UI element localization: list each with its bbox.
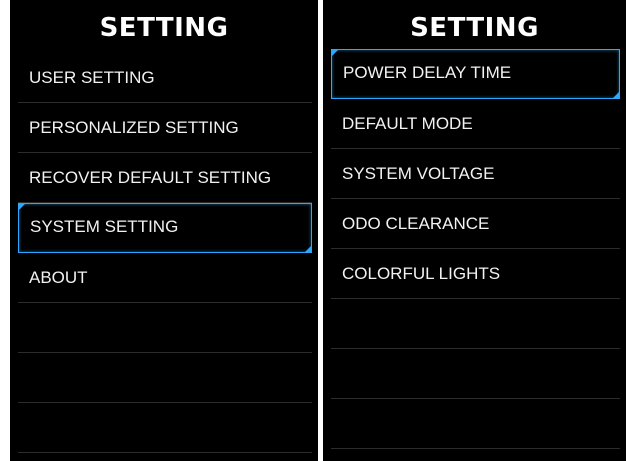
menu-row-empty bbox=[331, 399, 620, 449]
menu-item-label: ABOUT bbox=[29, 268, 88, 287]
menu-row-empty bbox=[331, 349, 620, 399]
menu-item-label: DEFAULT MODE bbox=[342, 114, 473, 133]
menu-row-empty bbox=[331, 299, 620, 349]
menu-item-system-voltage[interactable]: SYSTEM VOLTAGE bbox=[331, 149, 620, 199]
menu-row-empty bbox=[18, 353, 312, 403]
menu-item-label: POWER DELAY TIME bbox=[343, 63, 512, 82]
menu-item-label: SYSTEM VOLTAGE bbox=[342, 164, 495, 183]
settings-screen-main: SETTING USER SETTING PERSONALIZED SETTIN… bbox=[10, 0, 318, 461]
menu-item-colorful-lights[interactable]: COLORFUL LIGHTS bbox=[331, 249, 620, 299]
menu-item-system-setting[interactable]: SYSTEM SETTING bbox=[18, 203, 312, 253]
menu-item-label: SYSTEM SETTING bbox=[30, 217, 179, 236]
menu-item-label: RECOVER DEFAULT SETTING bbox=[29, 168, 272, 187]
menu-item-about[interactable]: ABOUT bbox=[18, 253, 312, 303]
menu-item-default-mode[interactable]: DEFAULT MODE bbox=[331, 99, 620, 149]
menu-item-label: PERSONALIZED SETTING bbox=[29, 118, 239, 137]
screen-title: SETTING bbox=[99, 13, 229, 43]
menu-item-label: ODO CLEARANCE bbox=[342, 214, 490, 233]
menu-row-empty bbox=[18, 303, 312, 353]
menu-item-label: COLORFUL LIGHTS bbox=[342, 264, 501, 283]
menu-item-personalized-setting[interactable]: PERSONALIZED SETTING bbox=[18, 103, 312, 153]
selection-corner-marker bbox=[18, 203, 26, 211]
menu-row-empty bbox=[18, 403, 312, 453]
selection-corner-marker bbox=[612, 91, 620, 99]
menu-item-power-delay-time[interactable]: POWER DELAY TIME bbox=[331, 49, 620, 99]
menu-item-label: USER SETTING bbox=[29, 68, 155, 87]
menu-item-user-setting[interactable]: USER SETTING bbox=[18, 53, 312, 103]
selection-corner-marker bbox=[304, 245, 312, 253]
selection-corner-marker bbox=[331, 49, 339, 57]
settings-screen-system: SETTING POWER DELAY TIME DEFAULT MODE SY… bbox=[323, 0, 626, 461]
settings-menu: POWER DELAY TIME DEFAULT MODE SYSTEM VOL… bbox=[331, 49, 620, 449]
settings-menu: USER SETTING PERSONALIZED SETTING RECOVE… bbox=[18, 53, 312, 453]
menu-item-odo-clearance[interactable]: ODO CLEARANCE bbox=[331, 199, 620, 249]
menu-item-recover-default-setting[interactable]: RECOVER DEFAULT SETTING bbox=[18, 153, 312, 203]
screen-title: SETTING bbox=[410, 13, 539, 43]
